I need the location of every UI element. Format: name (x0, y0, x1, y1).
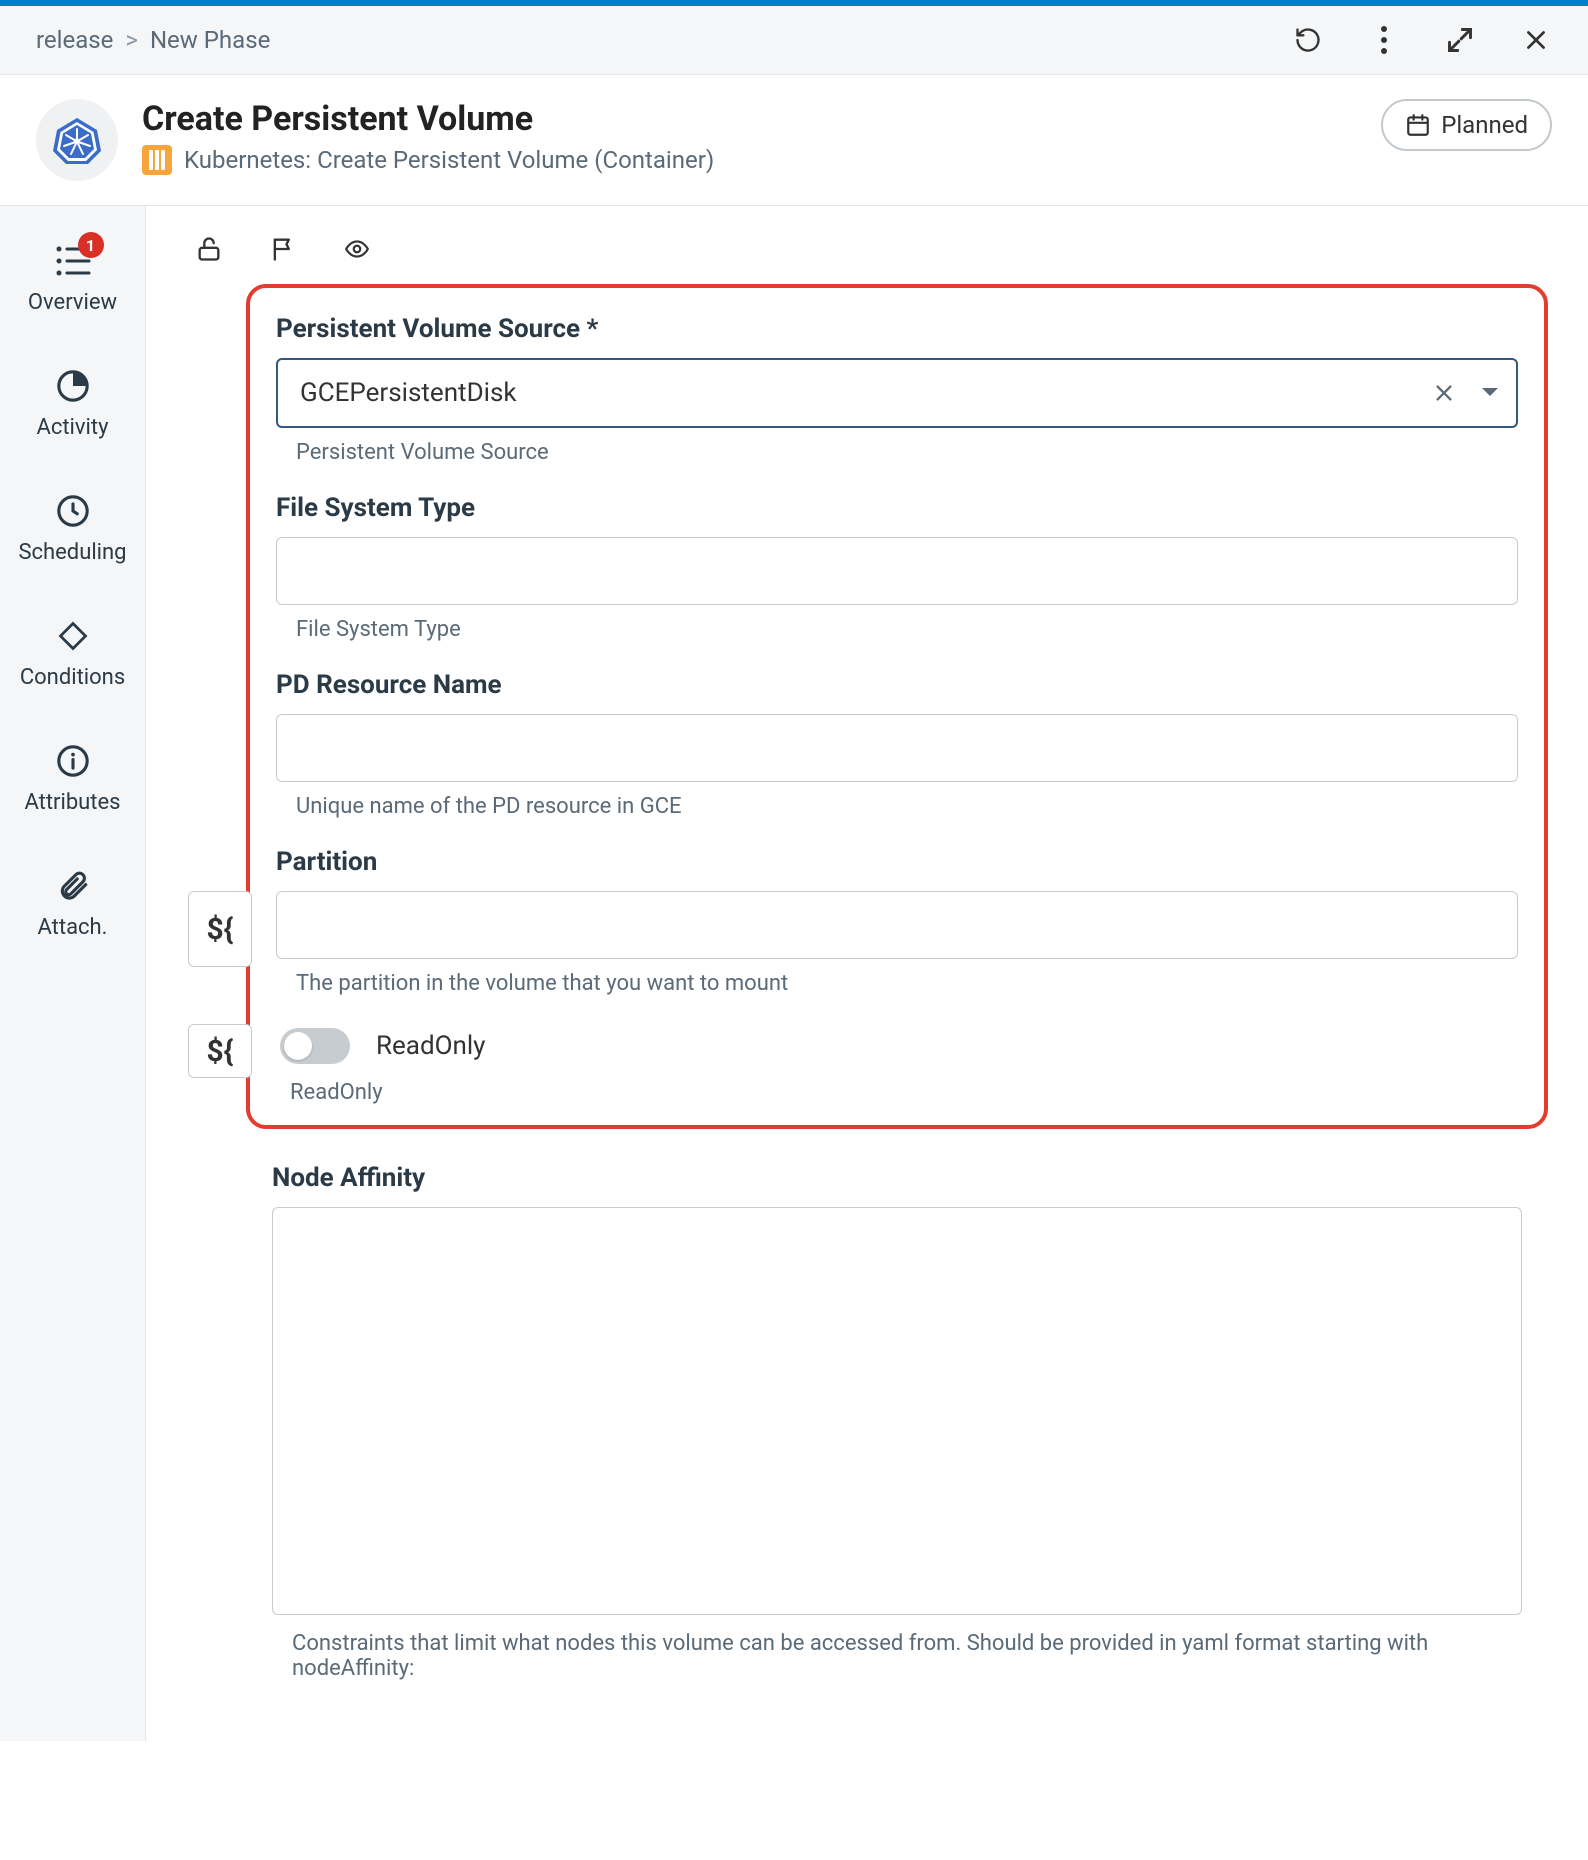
field-partition: Partition ${ The partition in the volume… (276, 847, 1518, 996)
fs-type-help: File System Type (276, 617, 1518, 642)
sidebar-item-scheduling[interactable]: Scheduling (0, 480, 145, 575)
status-pill[interactable]: Planned (1381, 99, 1552, 151)
highlighted-section: Persistent Volume Source * Persistent Vo… (246, 284, 1548, 1129)
list-icon: 1 (52, 240, 94, 282)
field-readonly: ${ ReadOnly ReadOnly (276, 1024, 1518, 1105)
partition-help: The partition in the volume that you wan… (276, 971, 1518, 996)
sidebar-item-attributes[interactable]: Attributes (0, 730, 145, 825)
sidebar-badge-overview: 1 (78, 232, 104, 258)
breadcrumb-separator: > (125, 26, 138, 54)
flag-icon[interactable] (268, 234, 298, 264)
breadcrumb-current: New Phase (150, 26, 270, 54)
sidebar-label-overview: Overview (28, 290, 117, 315)
node-affinity-help: Constraints that limit what nodes this v… (272, 1631, 1522, 1681)
content-toolbar (174, 234, 1548, 284)
body: 1 Overview Activity Scheduling Condition… (0, 206, 1588, 1741)
variable-chip-partition[interactable]: ${ (188, 891, 252, 967)
partition-input[interactable] (276, 891, 1518, 959)
partition-label: Partition (276, 847, 1518, 877)
sidebar: 1 Overview Activity Scheduling Condition… (0, 206, 146, 1741)
sidebar-item-activity[interactable]: Activity (0, 355, 145, 450)
volume-source-help: Persistent Volume Source (276, 440, 1518, 465)
refresh-button[interactable] (1292, 24, 1324, 56)
info-icon (52, 740, 94, 782)
field-fs-type: File System Type File System Type (276, 493, 1518, 642)
page-subtitle-text: Kubernetes: Create Persistent Volume (Co… (184, 146, 714, 174)
topbar-actions (1292, 24, 1552, 56)
volume-source-label: Persistent Volume Source * (276, 314, 1518, 344)
readonly-toggle-label: ReadOnly (376, 1031, 485, 1061)
main-content: Persistent Volume Source * Persistent Vo… (146, 206, 1588, 1741)
fs-type-label: File System Type (276, 493, 1518, 523)
breadcrumb: release > New Phase (36, 26, 270, 54)
breadcrumb-root-link[interactable]: release (36, 26, 113, 54)
breadcrumb-bar: release > New Phase (0, 6, 1588, 75)
page-title: Create Persistent Volume (142, 99, 714, 139)
sidebar-item-overview[interactable]: 1 Overview (0, 230, 145, 325)
node-affinity-textarea[interactable] (272, 1207, 1522, 1615)
clock-icon (52, 490, 94, 532)
page-header-left: Create Persistent Volume Kubernetes: Cre… (36, 99, 714, 181)
node-affinity-label: Node Affinity (272, 1163, 1522, 1193)
lock-open-icon[interactable] (194, 234, 224, 264)
sidebar-label-attach: Attach. (38, 915, 108, 940)
sidebar-item-attach[interactable]: Attach. (0, 855, 145, 950)
paperclip-icon (52, 865, 94, 907)
diamond-icon (52, 615, 94, 657)
readonly-help: ReadOnly (276, 1080, 1518, 1105)
page-header: Create Persistent Volume Kubernetes: Cre… (0, 75, 1588, 206)
calendar-icon (1405, 112, 1431, 138)
pd-name-label: PD Resource Name (276, 670, 1518, 700)
sidebar-label-scheduling: Scheduling (18, 540, 126, 565)
fs-type-input[interactable] (276, 537, 1518, 605)
clear-select-icon[interactable] (1430, 379, 1458, 407)
more-menu-button[interactable] (1368, 24, 1400, 56)
status-pill-label: Planned (1441, 111, 1528, 139)
sidebar-label-attributes: Attributes (24, 790, 120, 815)
volume-source-select[interactable] (276, 358, 1518, 428)
expand-button[interactable] (1444, 24, 1476, 56)
page-subtitle: Kubernetes: Create Persistent Volume (Co… (142, 145, 714, 175)
readonly-toggle[interactable] (280, 1028, 350, 1064)
eye-icon[interactable] (342, 234, 372, 264)
close-button[interactable] (1520, 24, 1552, 56)
field-volume-source: Persistent Volume Source * Persistent Vo… (276, 314, 1518, 465)
container-icon (142, 145, 172, 175)
sidebar-label-activity: Activity (36, 415, 108, 440)
field-node-affinity: Node Affinity Constraints that limit wha… (246, 1163, 1548, 1681)
sidebar-item-conditions[interactable]: Conditions (0, 605, 145, 700)
chevron-down-icon[interactable] (1476, 379, 1504, 407)
variable-chip-readonly[interactable]: ${ (188, 1024, 252, 1078)
sidebar-label-conditions: Conditions (20, 665, 125, 690)
pd-name-input[interactable] (276, 714, 1518, 782)
kubernetes-logo-icon (36, 99, 118, 181)
clock-progress-icon (52, 365, 94, 407)
pd-name-help: Unique name of the PD resource in GCE (276, 794, 1518, 819)
field-pd-name: PD Resource Name Unique name of the PD r… (276, 670, 1518, 819)
